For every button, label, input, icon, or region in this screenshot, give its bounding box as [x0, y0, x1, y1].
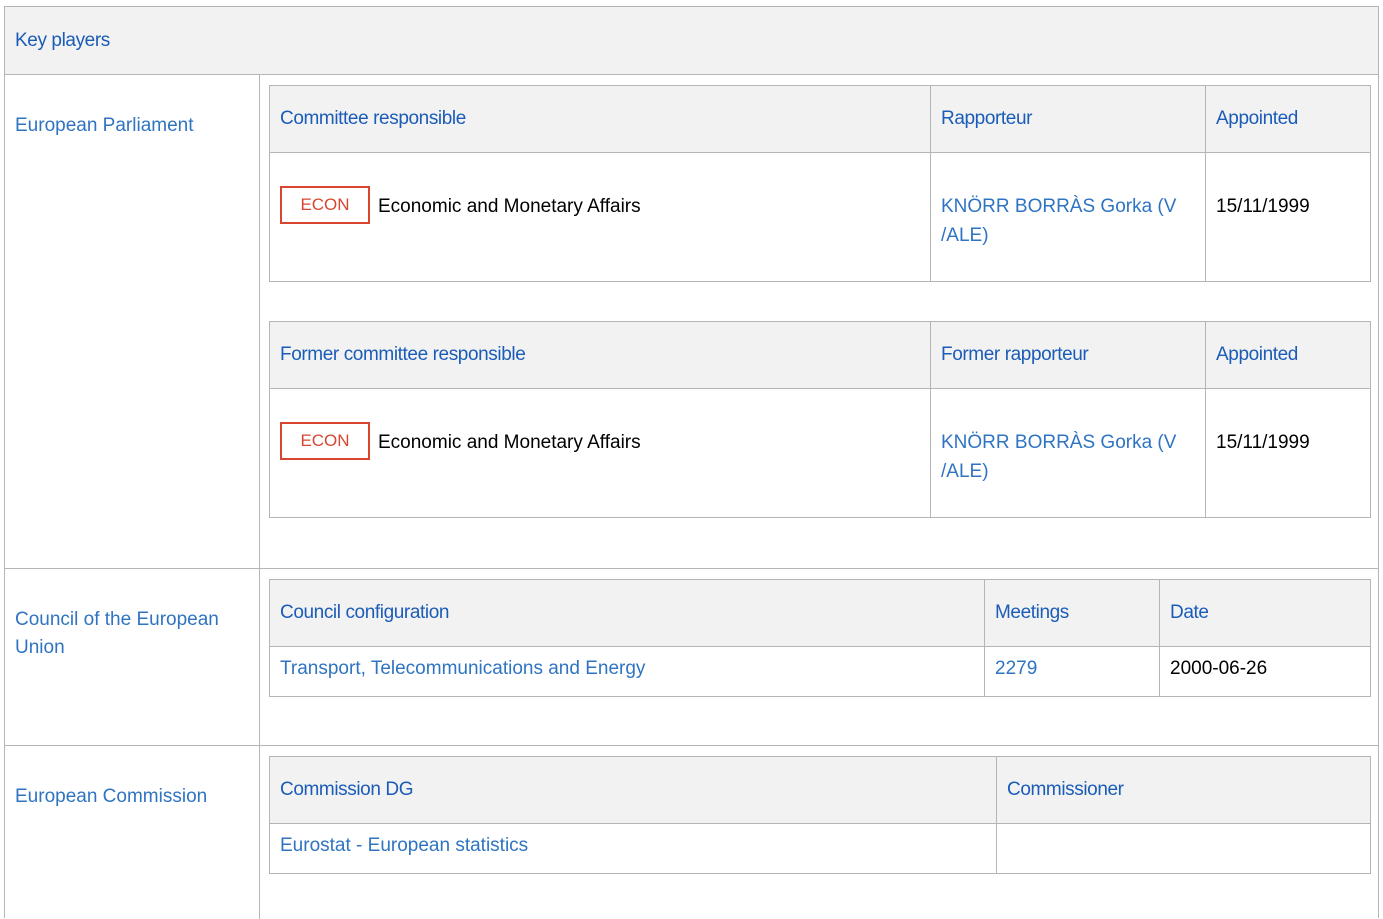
commission-table-header: Commission DG Commissioner: [270, 757, 1370, 824]
council-label-line1: Council of the European: [15, 609, 219, 630]
european-parliament-link[interactable]: European Parliament: [15, 112, 245, 140]
col-divider: [1205, 86, 1206, 281]
section-title: Key players: [15, 30, 110, 51]
col-commissioner: Commissioner: [1007, 779, 1124, 800]
col-divider: [930, 86, 931, 281]
former-rapporteur-line1: KNÖRR BORRÀS Gorka (V: [941, 432, 1177, 453]
col-former-rapporteur: Former rapporteur: [941, 344, 1089, 365]
col-divider: [930, 322, 931, 517]
former-rapporteur-line2: /ALE): [941, 461, 989, 482]
council-label-line2: Union: [15, 637, 65, 658]
former-appointed-date: 15/11/1999: [1216, 432, 1310, 453]
col-meetings: Meetings: [995, 602, 1069, 623]
col-divider: [984, 580, 985, 696]
rapporteur-line1: KNÖRR BORRÀS Gorka (V: [941, 196, 1177, 217]
committee-badge-econ[interactable]: ECON: [280, 186, 370, 224]
council-table-header: Council configuration Meetings Date: [270, 580, 1370, 647]
col-former-committee: Former committee responsible: [280, 344, 526, 365]
committee-name: Economic and Monetary Affairs: [378, 196, 641, 217]
row-european-parliament: European Parliament Committee responsibl…: [5, 75, 1378, 569]
col-date: Date: [1170, 602, 1209, 623]
rapporteur-line2: /ALE): [941, 225, 989, 246]
key-players-panel: Key players European Parliament Committe…: [4, 6, 1379, 919]
appointed-date: 15/11/1999: [1216, 196, 1310, 217]
council-link[interactable]: Council of the European Union: [15, 606, 245, 662]
council-configuration-link[interactable]: Transport, Telecommunications and Energy: [280, 654, 645, 683]
col-appointed: Appointed: [1216, 108, 1298, 129]
former-committee-table: Former committee responsible Former rapp…: [269, 321, 1371, 518]
col-divider: [996, 757, 997, 873]
european-commission-link[interactable]: European Commission: [15, 783, 245, 811]
committee-table: Committee responsible Rapporteur Appoint…: [269, 85, 1371, 282]
meeting-date: 2000-06-26: [1170, 658, 1268, 679]
col-divider: [1159, 580, 1160, 696]
col-former-appointed: Appointed: [1216, 344, 1298, 365]
meeting-link[interactable]: 2279: [995, 654, 1037, 683]
council-table: Council configuration Meetings Date Tran…: [269, 579, 1371, 697]
former-rapporteur-link[interactable]: KNÖRR BORRÀS Gorka (V /ALE): [941, 428, 1176, 486]
col-divider: [1205, 322, 1206, 517]
section-header: Key players: [5, 7, 1378, 75]
col-rapporteur: Rapporteur: [941, 108, 1033, 129]
commission-table: Commission DG Commissioner Eurostat - Eu…: [269, 756, 1371, 874]
row-council: Council of the European Union Council co…: [5, 569, 1378, 746]
col-commission-dg: Commission DG: [280, 779, 414, 800]
former-committee-badge-econ[interactable]: ECON: [280, 422, 370, 460]
col-council-configuration: Council configuration: [280, 602, 450, 623]
rapporteur-link[interactable]: KNÖRR BORRÀS Gorka (V /ALE): [941, 192, 1176, 250]
col-committee-responsible: Committee responsible: [280, 108, 466, 129]
commission-dg-link[interactable]: Eurostat - European statistics: [280, 831, 528, 860]
row-commission: European Commission Commission DG Commis…: [5, 746, 1378, 919]
former-committee-name: Economic and Monetary Affairs: [378, 432, 641, 453]
